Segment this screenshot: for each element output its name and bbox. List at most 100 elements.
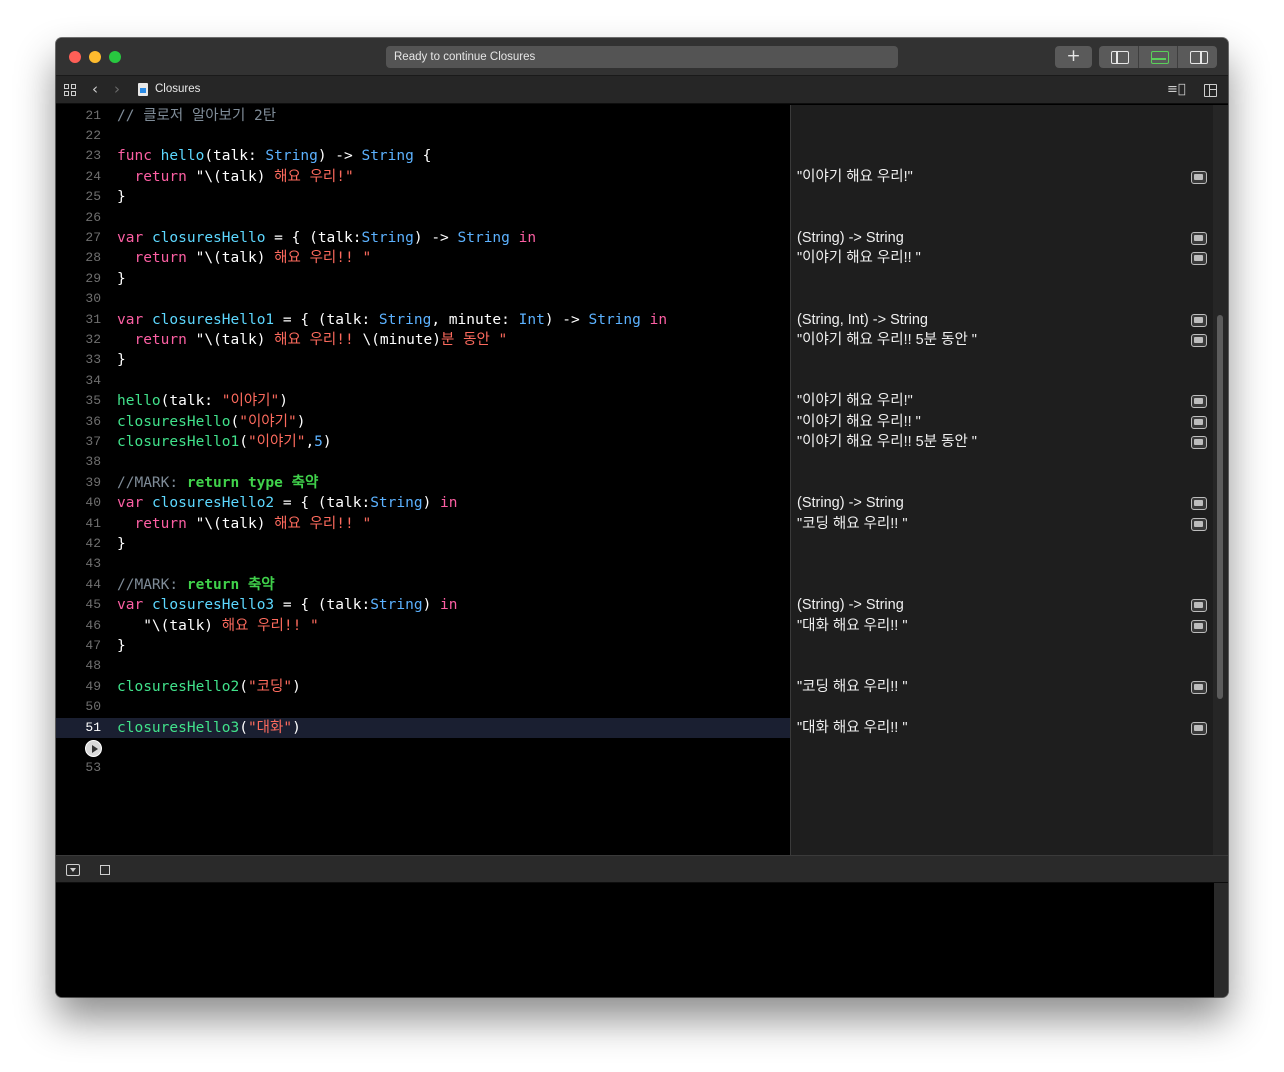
adjust-editor-options-icon[interactable]: ≡⃞: [1167, 82, 1186, 97]
code-token: ): [292, 678, 301, 695]
title-bar: Ready to continue Closures +: [56, 38, 1228, 76]
code-line[interactable]: 53: [56, 758, 790, 778]
result-value: "대화 해요 우리!! ": [797, 617, 908, 634]
show-result-icon[interactable]: [1191, 619, 1207, 633]
show-result-icon[interactable]: [1191, 721, 1207, 735]
code-line[interactable]: 27 var closuresHello = { (talk:String) ->…: [56, 228, 790, 248]
code-text: closuresHello2("코딩"): [117, 677, 301, 697]
line-number: 33: [85, 352, 101, 368]
code-token: in: [440, 597, 458, 614]
code-token: String: [361, 148, 414, 165]
run-to-line-icon[interactable]: [85, 739, 102, 757]
code-line[interactable]: 26: [56, 208, 790, 228]
code-token: {: [413, 148, 432, 165]
breadcrumb-file-name[interactable]: Closures: [155, 83, 200, 95]
results-scrollbar[interactable]: [1213, 105, 1228, 855]
show-result-icon[interactable]: [1191, 680, 1207, 694]
show-result-icon[interactable]: [1191, 395, 1207, 409]
code-token: String: [370, 597, 423, 614]
console-output[interactable]: [56, 883, 1214, 997]
code-token: closuresHello2: [151, 495, 275, 512]
code-line[interactable]: 47}: [56, 636, 790, 656]
code-line[interactable]: 42}: [56, 534, 790, 554]
code-token: in: [518, 229, 537, 246]
code-line[interactable]: 29}: [56, 269, 790, 289]
show-result-icon[interactable]: [1191, 333, 1207, 347]
add-library-button[interactable]: +: [1055, 46, 1092, 68]
code-line[interactable]: 23 func hello(talk: String) -> String {: [56, 146, 790, 166]
code-line[interactable]: 34: [56, 371, 790, 391]
scroll-thumb[interactable]: [1217, 315, 1223, 699]
code-text: return "\(talk) 해요 우리!": [117, 167, 353, 187]
show-result-icon[interactable]: [1191, 435, 1207, 449]
code-token: ,: [305, 433, 315, 450]
code-token: String: [457, 229, 510, 246]
code-token: "\(talk): [186, 515, 275, 532]
code-token: ): [292, 719, 301, 736]
code-line[interactable]: 28 return "\(talk) 해요 우리!! ": [56, 248, 790, 268]
code-line[interactable]: 46 "\(talk) 해요 우리!! ": [56, 616, 790, 636]
code-line[interactable]: 31 var closuresHello1 = { (talk: String, …: [56, 310, 790, 330]
stop-playground-icon[interactable]: [100, 865, 110, 875]
code-line[interactable]: 41 return "\(talk) 해요 우리!! ": [56, 514, 790, 534]
code-line[interactable]: 32 return "\(talk) 해요 우리!! \(minute)분 동안…: [56, 330, 790, 350]
line-number: 51: [85, 719, 101, 735]
debug-area-toggle-icon[interactable]: [1139, 46, 1179, 68]
back-chevron-icon[interactable]: ‹: [92, 80, 98, 98]
related-items-grid-icon[interactable]: [64, 84, 77, 97]
show-result-icon[interactable]: [1191, 313, 1207, 327]
code-line[interactable]: 24 return "\(talk) 해요 우리!": [56, 167, 790, 187]
code-line[interactable]: 51 closuresHello3("대화"): [56, 717, 790, 738]
code-line[interactable]: 48: [56, 656, 790, 676]
show-result-icon[interactable]: [1191, 599, 1207, 613]
code-line[interactable]: 45 var closuresHello3 = { (talk:String) i…: [56, 595, 790, 615]
code-line[interactable]: 40 var closuresHello2 = { (talk:String) i…: [56, 493, 790, 513]
line-number: 38: [85, 454, 101, 470]
code-token: }: [117, 189, 126, 206]
code-token: "이야기": [247, 433, 306, 450]
code-token: return: [134, 331, 187, 348]
code-token: (talk:: [204, 148, 266, 165]
code-line[interactable]: 39 //MARK: return type 축약: [56, 473, 790, 493]
show-result-icon[interactable]: [1191, 517, 1207, 531]
code-line[interactable]: 30: [56, 289, 790, 309]
code-line[interactable]: 49 closuresHello2("코딩"): [56, 677, 790, 697]
close-window-button[interactable]: [69, 51, 81, 63]
code-line[interactable]: 35 hello(talk: "이야기"): [56, 391, 790, 411]
code-line[interactable]: 33}: [56, 350, 790, 370]
code-text: hello(talk: "이야기"): [117, 391, 288, 411]
code-line[interactable]: 44 //MARK: return 축약: [56, 575, 790, 595]
show-result-icon[interactable]: [1191, 170, 1207, 184]
inspector-toggle-icon[interactable]: [1178, 46, 1217, 68]
code-line[interactable]: 37 closuresHello1("이야기",5): [56, 432, 790, 452]
show-result-icon[interactable]: [1191, 231, 1207, 245]
code-line[interactable]: 25}: [56, 187, 790, 207]
hide-debug-area-icon[interactable]: [66, 864, 80, 876]
show-result-icon[interactable]: [1191, 497, 1207, 511]
code-token: in: [440, 495, 458, 512]
source-editor[interactable]: 21// 클로저 알아보기 2탄 22 23 func hello(talk: Str…: [56, 105, 790, 855]
code-line[interactable]: 22: [56, 126, 790, 146]
console-scrollbar[interactable]: [1214, 883, 1228, 997]
forward-chevron-icon[interactable]: ›: [114, 80, 120, 98]
show-result-icon[interactable]: [1191, 415, 1207, 429]
navigator-toggle-icon[interactable]: [1099, 46, 1139, 68]
zoom-window-button[interactable]: [109, 51, 121, 63]
code-line[interactable]: 21 // 클로저 알아보기 2탄: [56, 106, 790, 126]
add-editor-pane-icon[interactable]: [1204, 84, 1217, 97]
code-line[interactable]: [56, 738, 790, 758]
code-line[interactable]: 50: [56, 697, 790, 717]
show-result-icon[interactable]: [1191, 252, 1207, 266]
code-token: = { (talk:: [274, 597, 371, 614]
code-token: = { (talk:: [274, 495, 371, 512]
line-number: 40: [85, 495, 101, 511]
code-token: closuresHello1: [151, 311, 275, 328]
line-number: 45: [85, 597, 101, 613]
code-line[interactable]: 38: [56, 452, 790, 472]
playground-file-icon: [138, 83, 148, 96]
minimize-window-button[interactable]: [89, 51, 101, 63]
code-token: String: [265, 148, 318, 165]
code-line[interactable]: 36 closuresHello("이야기"): [56, 412, 790, 432]
code-line[interactable]: 43: [56, 554, 790, 574]
code-text: "\(talk) 해요 우리!! ": [117, 616, 319, 636]
